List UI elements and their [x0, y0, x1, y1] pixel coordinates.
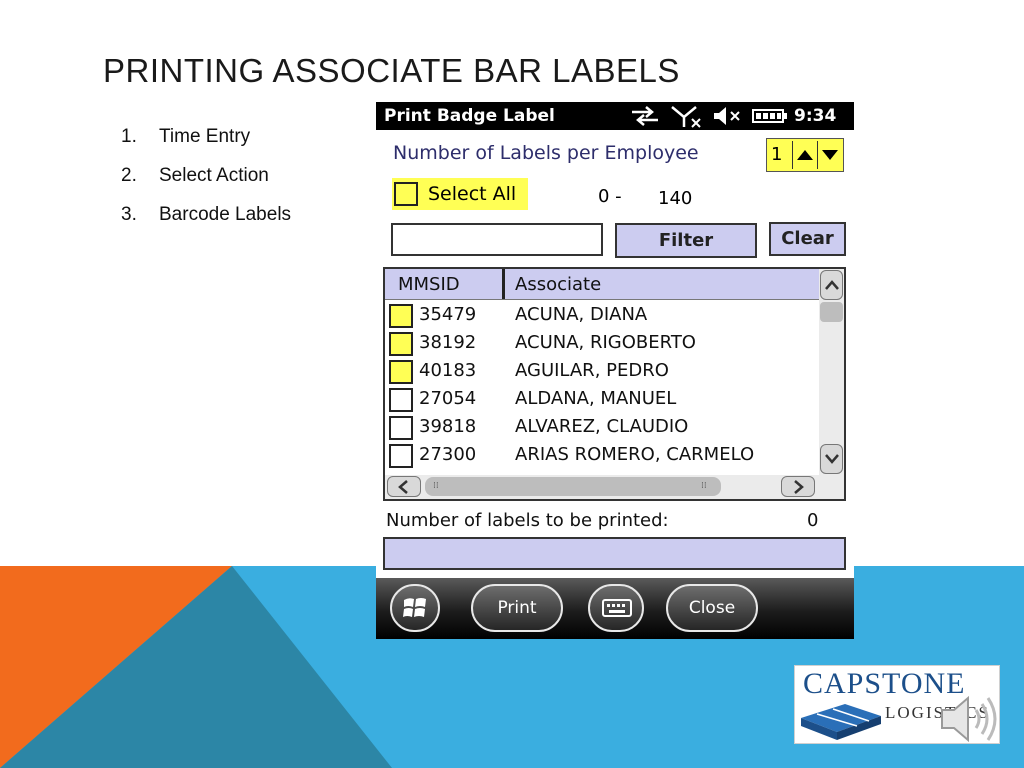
arrow-down-icon — [822, 150, 838, 160]
horizontal-scroll-thumb[interactable]: ⁞⁞ ⁞⁞ — [425, 477, 721, 496]
step-item: 2. Select Action — [121, 165, 291, 204]
stepper-up-button[interactable] — [792, 141, 817, 169]
grip-icon: ⁞⁞ — [701, 481, 707, 491]
vertical-scroll-thumb[interactable] — [820, 302, 843, 322]
windows-logo-icon — [403, 598, 426, 617]
status-bar: Print Badge Label 9:34 — [376, 102, 854, 130]
filter-input[interactable] — [391, 223, 603, 256]
labels-to-print-field — [383, 537, 846, 570]
chevron-up-icon — [825, 280, 839, 290]
table-row[interactable]: 39818 ALVAREZ, CLAUDIO — [385, 414, 819, 442]
chevron-down-icon — [825, 454, 839, 464]
column-divider[interactable] — [502, 269, 505, 299]
select-all-label: Select All — [428, 183, 517, 205]
row-checkbox[interactable] — [389, 304, 413, 328]
row-associate: ACUNA, RIGOBERTO — [515, 332, 696, 353]
step-text: Select Action — [159, 165, 269, 186]
labels-to-print-count: 0 — [807, 510, 819, 531]
filter-button[interactable]: Filter — [615, 223, 757, 258]
row-checkbox[interactable] — [389, 416, 413, 440]
scroll-down-button[interactable] — [820, 444, 843, 474]
battery-icon — [752, 109, 787, 123]
taskbar: Print Close — [376, 578, 854, 639]
row-mmsid: 35479 — [419, 304, 477, 325]
labels-to-print-label: Number of labels to be printed: — [386, 510, 669, 531]
row-associate: ALVAREZ, CLAUDIO — [515, 416, 689, 437]
keyboard-icon — [602, 599, 632, 617]
step-item: 3. Barcode Labels — [121, 204, 291, 243]
chevron-left-icon — [398, 480, 408, 494]
scroll-left-button[interactable] — [387, 476, 421, 497]
row-mmsid: 27054 — [419, 388, 477, 409]
labels-per-employee-stepper[interactable]: 1 — [766, 138, 844, 172]
horizontal-scrollbar[interactable]: ⁞⁞ ⁞⁞ — [385, 475, 819, 499]
steps-list: 1. Time Entry 2. Select Action 3. Barcode L… — [121, 126, 291, 243]
select-all-checkbox[interactable]: Select All — [392, 178, 528, 210]
row-associate: ALDANA, MANUEL — [515, 388, 677, 409]
sync-arrows-icon — [632, 106, 658, 126]
keyboard-button[interactable] — [588, 584, 644, 632]
stepper-down-button[interactable] — [817, 141, 842, 169]
row-associate: AGUILAR, PEDRO — [515, 360, 669, 381]
start-button[interactable] — [390, 584, 440, 632]
table-row[interactable]: 27300 ARIAS ROMERO, CARMELO — [385, 442, 819, 470]
row-mmsid: 27300 — [419, 444, 477, 465]
table-header: MMSID Associate — [385, 269, 819, 300]
table-row[interactable]: 35479 ACUNA, DIANA — [385, 302, 819, 330]
device-screen: Print Badge Label 9:34 Number of Labels … — [376, 102, 854, 639]
range-end: 140 — [658, 188, 693, 209]
row-checkbox[interactable] — [389, 360, 413, 384]
clock: 9:34 — [794, 106, 837, 126]
associate-table: MMSID Associate 35479 ACUNA, DIANA 38192… — [383, 267, 846, 501]
scroll-up-button[interactable] — [820, 270, 843, 300]
step-text: Barcode Labels — [159, 204, 292, 225]
column-header-associate[interactable]: Associate — [515, 274, 601, 295]
row-mmsid: 40183 — [419, 360, 477, 381]
table-row[interactable]: 38192 ACUNA, RIGOBERTO — [385, 330, 819, 358]
step-number: 1. — [121, 126, 137, 147]
step-text: Time Entry — [159, 126, 251, 147]
row-associate: ARIAS ROMERO, CARMELO — [515, 444, 755, 465]
no-signal-icon — [671, 106, 701, 128]
column-header-mmsid[interactable]: MMSID — [398, 274, 460, 295]
grip-icon: ⁞⁞ — [433, 481, 439, 491]
slide-title: PRINTING ASSOCIATE BAR LABELS — [103, 52, 680, 89]
vertical-scrollbar[interactable] — [819, 269, 844, 499]
range-start: 0 - — [598, 186, 622, 207]
table-row[interactable]: 27054 ALDANA, MANUEL — [385, 386, 819, 414]
clear-button[interactable]: Clear — [769, 222, 846, 256]
speaker-icon[interactable] — [936, 690, 1002, 748]
step-number: 2. — [121, 165, 137, 186]
print-button[interactable]: Print — [471, 584, 563, 632]
arrow-up-icon — [797, 150, 813, 160]
checkbox[interactable] — [394, 182, 418, 206]
row-mmsid: 38192 — [419, 332, 477, 353]
app-title: Print Badge Label — [384, 106, 555, 126]
row-mmsid: 39818 — [419, 416, 477, 437]
logo-box-icon — [801, 704, 881, 740]
stepper-value: 1 — [771, 144, 783, 165]
chevron-right-icon — [794, 480, 804, 494]
speaker-muted-icon — [714, 107, 740, 125]
labels-per-employee-label: Number of Labels per Employee — [393, 142, 699, 164]
row-checkbox[interactable] — [389, 332, 413, 356]
row-checkbox[interactable] — [389, 388, 413, 412]
scroll-right-button[interactable] — [781, 476, 815, 497]
step-item: 1. Time Entry — [121, 126, 291, 165]
row-associate: ACUNA, DIANA — [515, 304, 648, 325]
step-number: 3. — [121, 204, 137, 225]
row-checkbox[interactable] — [389, 444, 413, 468]
close-button[interactable]: Close — [666, 584, 758, 632]
table-row[interactable]: 40183 AGUILAR, PEDRO — [385, 358, 819, 386]
